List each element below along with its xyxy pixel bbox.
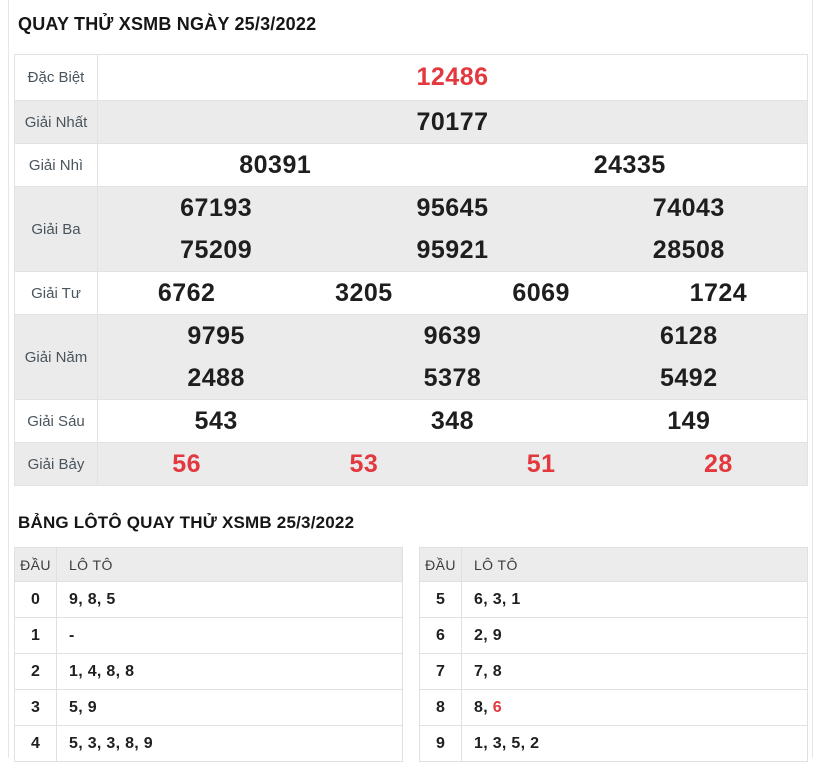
prize-number: 12486 <box>416 63 489 91</box>
prize-numbers-line: 70177 <box>98 101 807 143</box>
prize-number: 6128 <box>660 321 718 350</box>
prize-number: 74043 <box>652 193 725 222</box>
prize-number: 80391 <box>239 150 312 179</box>
loto-row: 0 9, 8, 5 <box>14 581 403 618</box>
dau-cell: 4 <box>14 725 57 762</box>
dau-cell: 3 <box>14 689 57 726</box>
loto-values-cell: 1, 3, 5, 2 <box>461 725 808 762</box>
prize-label: Giải Năm <box>14 314 98 400</box>
loto-header-dau: ĐẦU <box>419 547 462 582</box>
dau-cell: 1 <box>14 617 57 654</box>
prize-numbers-line: 75209 95921 28508 <box>98 229 807 271</box>
prize-row-giai-sau: Giải Sáu 543 348 149 <box>14 399 808 443</box>
prize-number: 348 <box>430 406 475 435</box>
loto-tables: ĐẦU LÔ TÔ 0 9, 8, 5 1 - 2 1, 4, 8, 8 3 5… <box>14 547 808 762</box>
prize-label: Giải Nhất <box>14 100 98 144</box>
main-content: QUAY THỬ XSMB NGÀY 25/3/2022 Đặc Biệt 12… <box>8 0 813 762</box>
loto-values-cell: 5, 9 <box>56 689 403 726</box>
prize-number: 9639 <box>423 321 482 350</box>
prize-label: Giải Ba <box>14 186 98 272</box>
dau-cell: 2 <box>14 653 57 690</box>
dau-cell: 8 <box>419 689 462 726</box>
prize-number: 1724 <box>689 278 748 307</box>
prize-numbers-line: 67193 95645 74043 <box>98 187 807 229</box>
dau-cell: 6 <box>419 617 462 654</box>
prize-label: Giải Bảy <box>14 442 98 486</box>
prize-numbers-line: 543 348 149 <box>98 400 807 442</box>
results-table: Đặc Biệt 12486 Giải Nhất 70177 Giải Nhì <box>14 54 808 486</box>
prize-number: 543 <box>194 406 238 435</box>
loto-values-cell: 2, 9 <box>461 617 808 654</box>
loto-title: BẢNG LÔTÔ QUAY THỬ XSMB 25/3/2022 <box>18 513 355 532</box>
loto-table-left: ĐẦU LÔ TÔ 0 9, 8, 5 1 - 2 1, 4, 8, 8 3 5… <box>14 547 403 762</box>
prize-label: Đặc Biệt <box>14 54 98 101</box>
prize-number: 95921 <box>416 235 489 264</box>
loto-row: 2 1, 4, 8, 8 <box>14 653 403 690</box>
loto-table-right: ĐẦU LÔ TÔ 5 6, 3, 1 6 2, 9 7 7, 8 8 8, 6… <box>419 547 808 762</box>
loto-header-values: LÔ TÔ <box>56 547 403 582</box>
prize-number: 3205 <box>335 278 393 307</box>
prize-row-giai-nhi: Giải Nhì 80391 24335 <box>14 143 808 187</box>
loto-row: 4 5, 3, 3, 8, 9 <box>14 725 403 762</box>
prize-row-giai-tu: Giải Tư 6762 3205 6069 1724 <box>14 271 808 315</box>
loto-values-cell: 7, 8 <box>461 653 808 690</box>
loto-header-row: ĐẦU LÔ TÔ <box>14 547 403 582</box>
page-title: QUAY THỬ XSMB NGÀY 25/3/2022 <box>18 14 317 34</box>
prize-number: 56 <box>172 449 202 478</box>
prize-row-giai-nam: Giải Năm 9795 9639 6128 2488 5378 5492 <box>14 314 808 400</box>
prize-number: 149 <box>667 406 711 435</box>
prize-label: Giải Nhì <box>14 143 98 187</box>
prize-number: 5378 <box>423 363 482 392</box>
loto-values-cell: 9, 8, 5 <box>56 581 403 618</box>
prize-number: 5492 <box>660 363 718 392</box>
dau-cell: 5 <box>419 581 462 618</box>
prize-label: Giải Sáu <box>14 399 98 443</box>
prize-number: 24335 <box>593 150 666 179</box>
loto-value-red: 6 <box>492 698 502 716</box>
prize-numbers-line: 9795 9639 6128 <box>98 315 807 357</box>
loto-row: 1 - <box>14 617 403 654</box>
prize-row-dac-biet: Đặc Biệt 12486 <box>14 54 808 101</box>
prize-number: 2488 <box>187 363 245 392</box>
prize-numbers-line: 6762 3205 6069 1724 <box>98 272 807 314</box>
prize-number: 6762 <box>157 278 216 307</box>
prize-row-giai-nhat: Giải Nhất 70177 <box>14 100 808 144</box>
prize-number: 70177 <box>416 107 489 136</box>
prize-numbers-line: 2488 5378 5492 <box>98 357 807 399</box>
prize-numbers-line: 80391 24335 <box>98 144 807 186</box>
loto-row: 8 8, 6 <box>419 689 808 726</box>
prize-number: 9795 <box>187 321 245 350</box>
prize-number: 28508 <box>652 235 725 264</box>
dau-cell: 9 <box>419 725 462 762</box>
dau-cell: 0 <box>14 581 57 618</box>
prize-numbers-line: 12486 <box>98 55 807 100</box>
prize-number: 95645 <box>416 193 489 222</box>
dau-cell: 7 <box>419 653 462 690</box>
loto-values-cell: 5, 3, 3, 8, 9 <box>56 725 403 762</box>
loto-values-cell: 6, 3, 1 <box>461 581 808 618</box>
prize-row-giai-bay: Giải Bảy 56 53 51 28 <box>14 442 808 486</box>
prize-number: 28 <box>703 449 733 478</box>
loto-values-cell: 1, 4, 8, 8 <box>56 653 403 690</box>
prize-row-giai-ba: Giải Ba 67193 95645 74043 75209 95921 28… <box>14 186 808 272</box>
loto-header-row: ĐẦU LÔ TÔ <box>419 547 808 582</box>
loto-row: 6 2, 9 <box>419 617 808 654</box>
prize-label: Giải Tư <box>14 271 98 315</box>
loto-row: 3 5, 9 <box>14 689 403 726</box>
prize-number: 67193 <box>180 193 253 222</box>
prize-numbers-line: 56 53 51 28 <box>98 443 807 485</box>
loto-row: 9 1, 3, 5, 2 <box>419 725 808 762</box>
loto-header-values: LÔ TÔ <box>461 547 808 582</box>
loto-row: 5 6, 3, 1 <box>419 581 808 618</box>
prize-number: 51 <box>526 449 556 478</box>
loto-values-cell: 8, 6 <box>461 689 808 726</box>
prize-number: 6069 <box>512 278 570 307</box>
loto-row: 7 7, 8 <box>419 653 808 690</box>
prize-number: 53 <box>349 449 379 478</box>
loto-value-black: 8, <box>474 698 493 716</box>
loto-values-cell: - <box>56 617 403 654</box>
loto-header-dau: ĐẦU <box>14 547 57 582</box>
prize-number: 75209 <box>180 235 253 264</box>
